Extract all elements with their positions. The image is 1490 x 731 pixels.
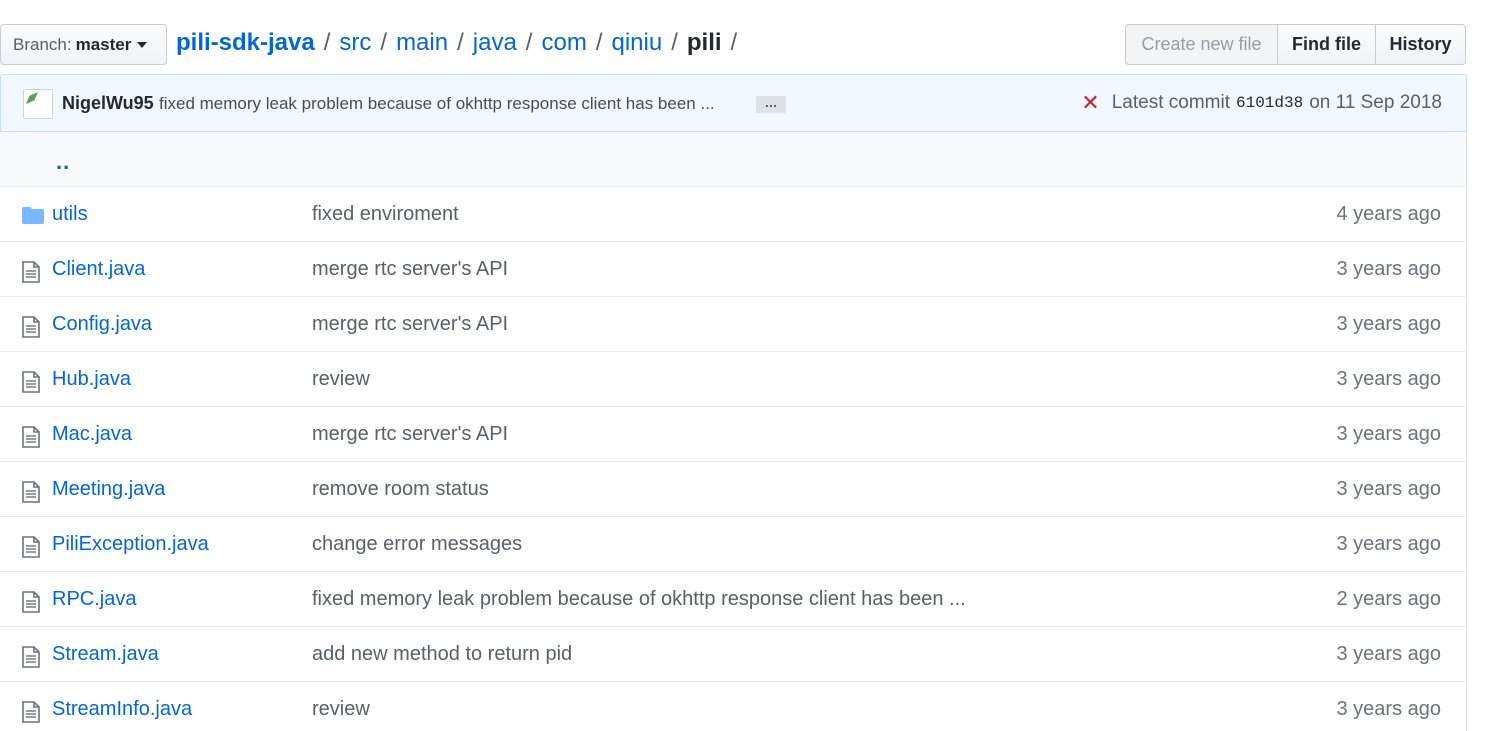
file-name-link[interactable]: Stream.java	[52, 643, 159, 666]
commit-message-link[interactable]: merge rtc server's API	[312, 313, 508, 336]
commit-message-link[interactable]: merge rtc server's API	[312, 258, 508, 281]
file-name-link[interactable]: Meeting.java	[52, 478, 165, 501]
latest-commit-label: Latest commit	[1111, 92, 1230, 113]
breadcrumb: pili-sdk-java / src / main / java / com …	[176, 29, 746, 57]
expand-commit-button[interactable]: …	[756, 96, 786, 113]
file-name-link[interactable]: Mac.java	[52, 423, 132, 446]
file-icon	[22, 261, 40, 289]
commit-age: 3 years ago	[1336, 313, 1441, 335]
commit-message-link[interactable]: fixed enviroment	[312, 203, 459, 226]
table-row: PiliException.java change error messages 3…	[0, 517, 1466, 572]
commit-age: 3 years ago	[1336, 423, 1441, 445]
file-table: .. utils fixed enviroment 4 years ago Clien…	[0, 132, 1467, 731]
file-icon	[22, 426, 40, 454]
commit-author[interactable]: NigelWu95	[62, 93, 154, 114]
file-icon	[22, 536, 40, 564]
commit-age: 4 years ago	[1336, 203, 1441, 225]
table-row: Stream.java add new method to return pid 3…	[0, 627, 1466, 682]
file-name-link[interactable]: PiliException.java	[52, 533, 209, 556]
broken-image-icon	[26, 92, 38, 104]
breadcrumb-separator: /	[730, 29, 738, 56]
commit-message-link[interactable]: add new method to return pid	[312, 643, 572, 666]
table-row: RPC.java fixed memory leak problem becaus…	[0, 572, 1466, 627]
breadcrumb-link-qiniu[interactable]: qiniu	[611, 29, 662, 57]
branch-select-button[interactable]: Branch: master	[0, 24, 167, 65]
breadcrumb-current: pili	[686, 29, 722, 56]
commit-message-link[interactable]: fixed memory leak problem because of okh…	[312, 588, 966, 611]
breadcrumb-root-link[interactable]: pili-sdk-java	[176, 29, 315, 57]
table-row: Config.java merge rtc server's API 3 years…	[0, 297, 1466, 352]
commit-age: 3 years ago	[1336, 368, 1441, 390]
commit-age: 3 years ago	[1336, 258, 1441, 280]
branch-name: master	[75, 34, 132, 54]
commit-age: 3 years ago	[1336, 643, 1441, 665]
breadcrumb-link-com[interactable]: com	[541, 29, 586, 57]
table-row: utils fixed enviroment 4 years ago	[0, 187, 1466, 242]
commit-sha[interactable]: 6101d38	[1236, 94, 1303, 112]
avatar[interactable]	[23, 89, 53, 119]
breadcrumb-separator: /	[457, 29, 464, 56]
commit-age: 3 years ago	[1336, 698, 1441, 720]
file-name-link[interactable]: Hub.java	[52, 368, 131, 391]
latest-commit-bar: NigelWu95 fixed memory leak problem beca…	[0, 74, 1467, 132]
breadcrumb-separator: /	[323, 29, 331, 56]
create-new-file-button[interactable]: Create new file	[1125, 24, 1278, 65]
parent-directory-row: ..	[0, 132, 1466, 187]
breadcrumb-separator: /	[595, 29, 603, 56]
caret-down-icon	[137, 41, 148, 48]
breadcrumb-separator: /	[671, 29, 678, 56]
commit-age: 2 years ago	[1336, 588, 1441, 610]
table-row: Meeting.java remove room status 3 years ag…	[0, 462, 1466, 517]
commit-message-link[interactable]: review	[312, 368, 370, 391]
file-icon	[22, 481, 40, 509]
parent-directory-link[interactable]: ..	[56, 149, 70, 175]
commit-message-link[interactable]: change error messages	[312, 533, 522, 556]
file-name-link[interactable]: StreamInfo.java	[52, 698, 192, 721]
file-icon	[22, 701, 40, 729]
breadcrumb-link-java[interactable]: java	[473, 29, 517, 57]
breadcrumb-separator: /	[525, 29, 533, 56]
file-actions: Create new file Find file History	[1125, 24, 1466, 65]
commit-age: 3 years ago	[1336, 478, 1441, 500]
file-icon	[22, 646, 40, 674]
find-file-button[interactable]: Find file	[1278, 24, 1376, 65]
file-icon	[22, 371, 40, 399]
file-name-link[interactable]: Client.java	[52, 258, 145, 281]
file-icon	[22, 316, 40, 344]
commit-meta: ✕ Latest commit 6101d38 on 11 Sep 2018	[1081, 92, 1442, 114]
table-row: Hub.java review 3 years ago	[0, 352, 1466, 407]
table-row: StreamInfo.java review 3 years ago	[0, 682, 1466, 731]
commit-message-link[interactable]: review	[312, 698, 370, 721]
file-name-link[interactable]: Config.java	[52, 313, 152, 336]
file-icon	[22, 591, 40, 619]
commit-age: 3 years ago	[1336, 533, 1441, 555]
breadcrumb-separator: /	[380, 29, 388, 56]
commit-message[interactable]: fixed memory leak problem because of okh…	[159, 94, 715, 114]
x-icon[interactable]: ✕	[1081, 92, 1099, 114]
table-row: Mac.java merge rtc server's API 3 years ag…	[0, 407, 1466, 462]
breadcrumb-link-src[interactable]: src	[339, 29, 371, 57]
breadcrumb-link-main[interactable]: main	[396, 29, 448, 57]
file-name-link[interactable]: utils	[52, 203, 88, 226]
branch-label: Branch:	[13, 34, 72, 54]
commit-message-link[interactable]: merge rtc server's API	[312, 423, 508, 446]
file-navigation: Branch: master pili-sdk-java / src / mai…	[0, 24, 1490, 65]
commit-message-link[interactable]: remove room status	[312, 478, 489, 501]
commit-date: on 11 Sep 2018	[1309, 92, 1442, 113]
folder-icon	[22, 207, 44, 230]
file-name-link[interactable]: RPC.java	[52, 588, 136, 611]
history-button[interactable]: History	[1376, 24, 1466, 65]
table-row: Client.java merge rtc server's API 3 years…	[0, 242, 1466, 297]
